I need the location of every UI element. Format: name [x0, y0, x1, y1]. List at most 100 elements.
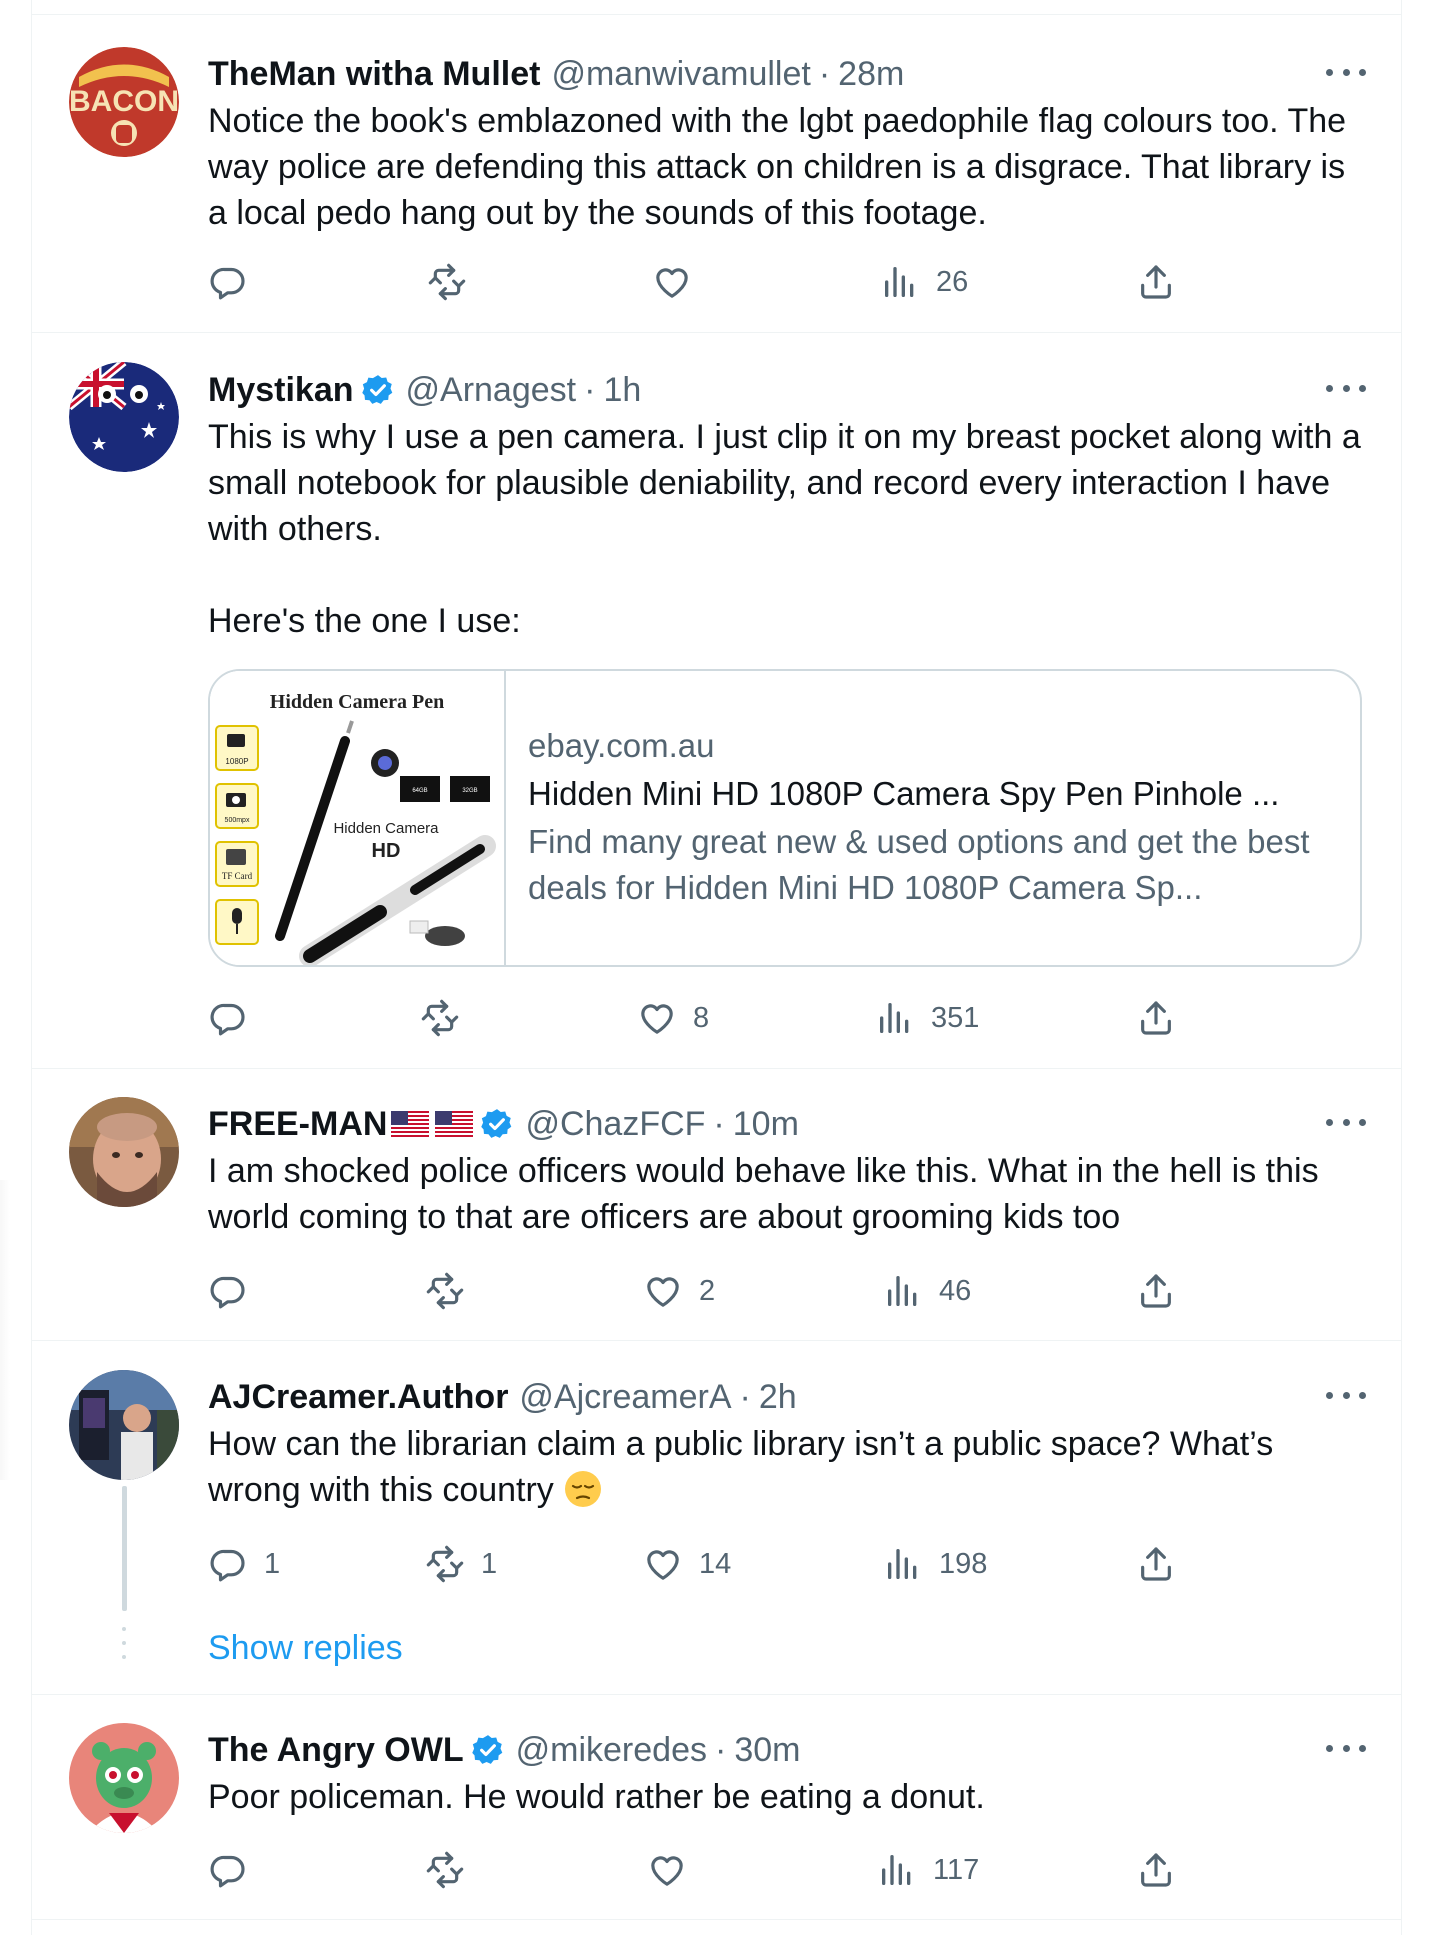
like-button[interactable] — [652, 257, 692, 307]
heart-icon — [643, 1544, 683, 1584]
share-icon — [1136, 1544, 1176, 1584]
repost-button[interactable] — [420, 993, 460, 1043]
separator: · — [818, 54, 831, 93]
like-button[interactable]: 14 — [643, 1539, 731, 1589]
left-edge-shadow — [0, 1180, 10, 1480]
share-button[interactable] — [1136, 993, 1176, 1043]
camera-pen-product-image: Hidden Camera Pen 1080P 500mpx TF Card 6… — [210, 671, 504, 965]
like-button[interactable]: 8 — [637, 993, 709, 1043]
author-handle[interactable]: @AjcreamerA — [519, 1378, 731, 1417]
views-button[interactable]: 46 — [883, 1266, 971, 1316]
more-options-icon[interactable] — [1326, 1112, 1366, 1132]
views-count: 198 — [939, 1547, 988, 1580]
svg-text:64GB: 64GB — [412, 788, 427, 794]
reply-button[interactable] — [208, 993, 248, 1043]
tweet-header: FREE-MAN @ChazFCF · 10m — [208, 1102, 1366, 1146]
timestamp[interactable]: 28m — [838, 55, 904, 94]
views-button[interactable]: 26 — [880, 257, 968, 307]
repost-button[interactable] — [425, 1845, 465, 1895]
repost-icon — [425, 1544, 465, 1584]
bacon-avatar-icon: BACON — [69, 47, 179, 157]
svg-text:32GB: 32GB — [462, 788, 477, 794]
tweet-text: This is why I use a pen camera. I just c… — [208, 418, 1361, 640]
views-button[interactable]: 117 — [877, 1845, 979, 1895]
views-button[interactable]: 351 — [875, 993, 979, 1043]
views-count: 351 — [931, 1001, 980, 1034]
share-icon — [1136, 262, 1176, 302]
share-icon — [1136, 998, 1176, 1038]
separator: · — [584, 370, 596, 409]
tweet-header: AJCreamer.Author @AjcreamerA · 2h — [208, 1375, 1366, 1419]
separator: · — [713, 1104, 725, 1143]
tweet-header: TheMan witha Mullet @manwivamullet · 28m — [208, 52, 1366, 96]
like-count: 8 — [693, 1001, 710, 1034]
share-button[interactable] — [1136, 1539, 1176, 1589]
tweet-text: How can the librarian claim a public lib… — [208, 1421, 1366, 1513]
reply-icon — [208, 1271, 248, 1311]
reply-icon — [208, 1850, 248, 1890]
like-count: 14 — [699, 1547, 732, 1580]
more-options-icon[interactable] — [1326, 378, 1366, 398]
tweet[interactable]: BACON TheMan witha Mullet @manwivamullet… — [32, 14, 1403, 332]
svg-text:Hidden Camera: Hidden Camera — [333, 820, 439, 837]
show-replies-link[interactable]: Show replies — [208, 1629, 403, 1668]
like-button[interactable]: 2 — [643, 1266, 715, 1316]
views-count: 26 — [936, 265, 969, 298]
author-name[interactable]: FREE-MAN — [208, 1105, 387, 1144]
views-button[interactable]: 198 — [883, 1539, 987, 1589]
reply-button[interactable] — [208, 257, 248, 307]
action-bar: 26 — [32, 257, 1403, 307]
link-card[interactable]: Hidden Camera Pen 1080P 500mpx TF Card 6… — [208, 669, 1362, 967]
author-handle[interactable]: @Arnagest — [406, 371, 577, 410]
reply-button[interactable] — [208, 1266, 248, 1316]
us-flag-icon — [391, 1111, 430, 1137]
australia-flag-avatar-icon — [69, 362, 179, 472]
heart-icon — [637, 998, 677, 1038]
avatar[interactable]: BACON — [69, 47, 179, 157]
timestamp[interactable]: 10m — [733, 1105, 799, 1144]
link-card-description: Find many great new & used options and g… — [528, 823, 1310, 906]
repost-button[interactable] — [425, 1266, 465, 1316]
author-handle[interactable]: @ChazFCF — [525, 1105, 705, 1144]
timestamp[interactable]: 30m — [734, 1731, 800, 1770]
timestamp[interactable]: 2h — [759, 1378, 797, 1417]
heart-icon — [647, 1850, 687, 1890]
author-name[interactable]: AJCreamer.Author — [208, 1378, 508, 1417]
author-handle[interactable]: @mikeredes — [516, 1731, 707, 1770]
views-count: 46 — [939, 1274, 972, 1307]
repost-button[interactable]: 1 — [425, 1539, 497, 1589]
tweet[interactable]: Mystikan @Arnagest · 1h This is why I us… — [32, 333, 1403, 1068]
more-options-icon[interactable] — [1326, 1385, 1366, 1405]
tweet[interactable]: FREE-MAN @ChazFCF · 10m I am shocked pol… — [32, 1069, 1403, 1340]
verified-badge-icon[interactable] — [480, 1107, 514, 1141]
more-options-icon[interactable] — [1326, 1738, 1366, 1758]
share-button[interactable] — [1136, 1845, 1176, 1895]
repost-icon — [425, 1850, 465, 1890]
like-button[interactable] — [647, 1845, 687, 1895]
verified-badge-icon[interactable] — [471, 1733, 505, 1767]
avatar[interactable] — [69, 1723, 179, 1833]
tweet[interactable]: AJCreamer.Author @AjcreamerA · 2h How ca… — [32, 1341, 1403, 1694]
svg-text:TF Card: TF Card — [222, 871, 253, 881]
reply-button[interactable]: 1 — [208, 1539, 280, 1589]
author-handle[interactable]: @manwivamullet — [551, 55, 810, 94]
tweet[interactable]: The Angry OWL @mikeredes · 30m Poor poli… — [32, 1695, 1403, 1919]
share-button[interactable] — [1136, 1266, 1176, 1316]
reply-button[interactable] — [208, 1845, 248, 1895]
verified-badge-icon[interactable] — [361, 373, 395, 407]
avatar[interactable] — [69, 1097, 179, 1207]
share-button[interactable] — [1136, 257, 1176, 307]
author-name[interactable]: The Angry OWL — [208, 1731, 464, 1770]
heart-icon — [652, 262, 692, 302]
views-icon — [880, 262, 920, 302]
avatar[interactable] — [69, 362, 179, 472]
product-image-title: Hidden Camera Pen — [270, 691, 444, 713]
avatar[interactable] — [69, 1370, 179, 1480]
us-flag-icon — [435, 1111, 474, 1137]
repost-button[interactable] — [427, 257, 467, 307]
timestamp[interactable]: 1h — [603, 371, 641, 410]
more-options-icon[interactable] — [1326, 62, 1366, 82]
author-name[interactable]: Mystikan — [208, 371, 354, 410]
author-name[interactable]: TheMan witha Mullet — [208, 55, 540, 94]
thread-dots — [122, 1627, 127, 1669]
